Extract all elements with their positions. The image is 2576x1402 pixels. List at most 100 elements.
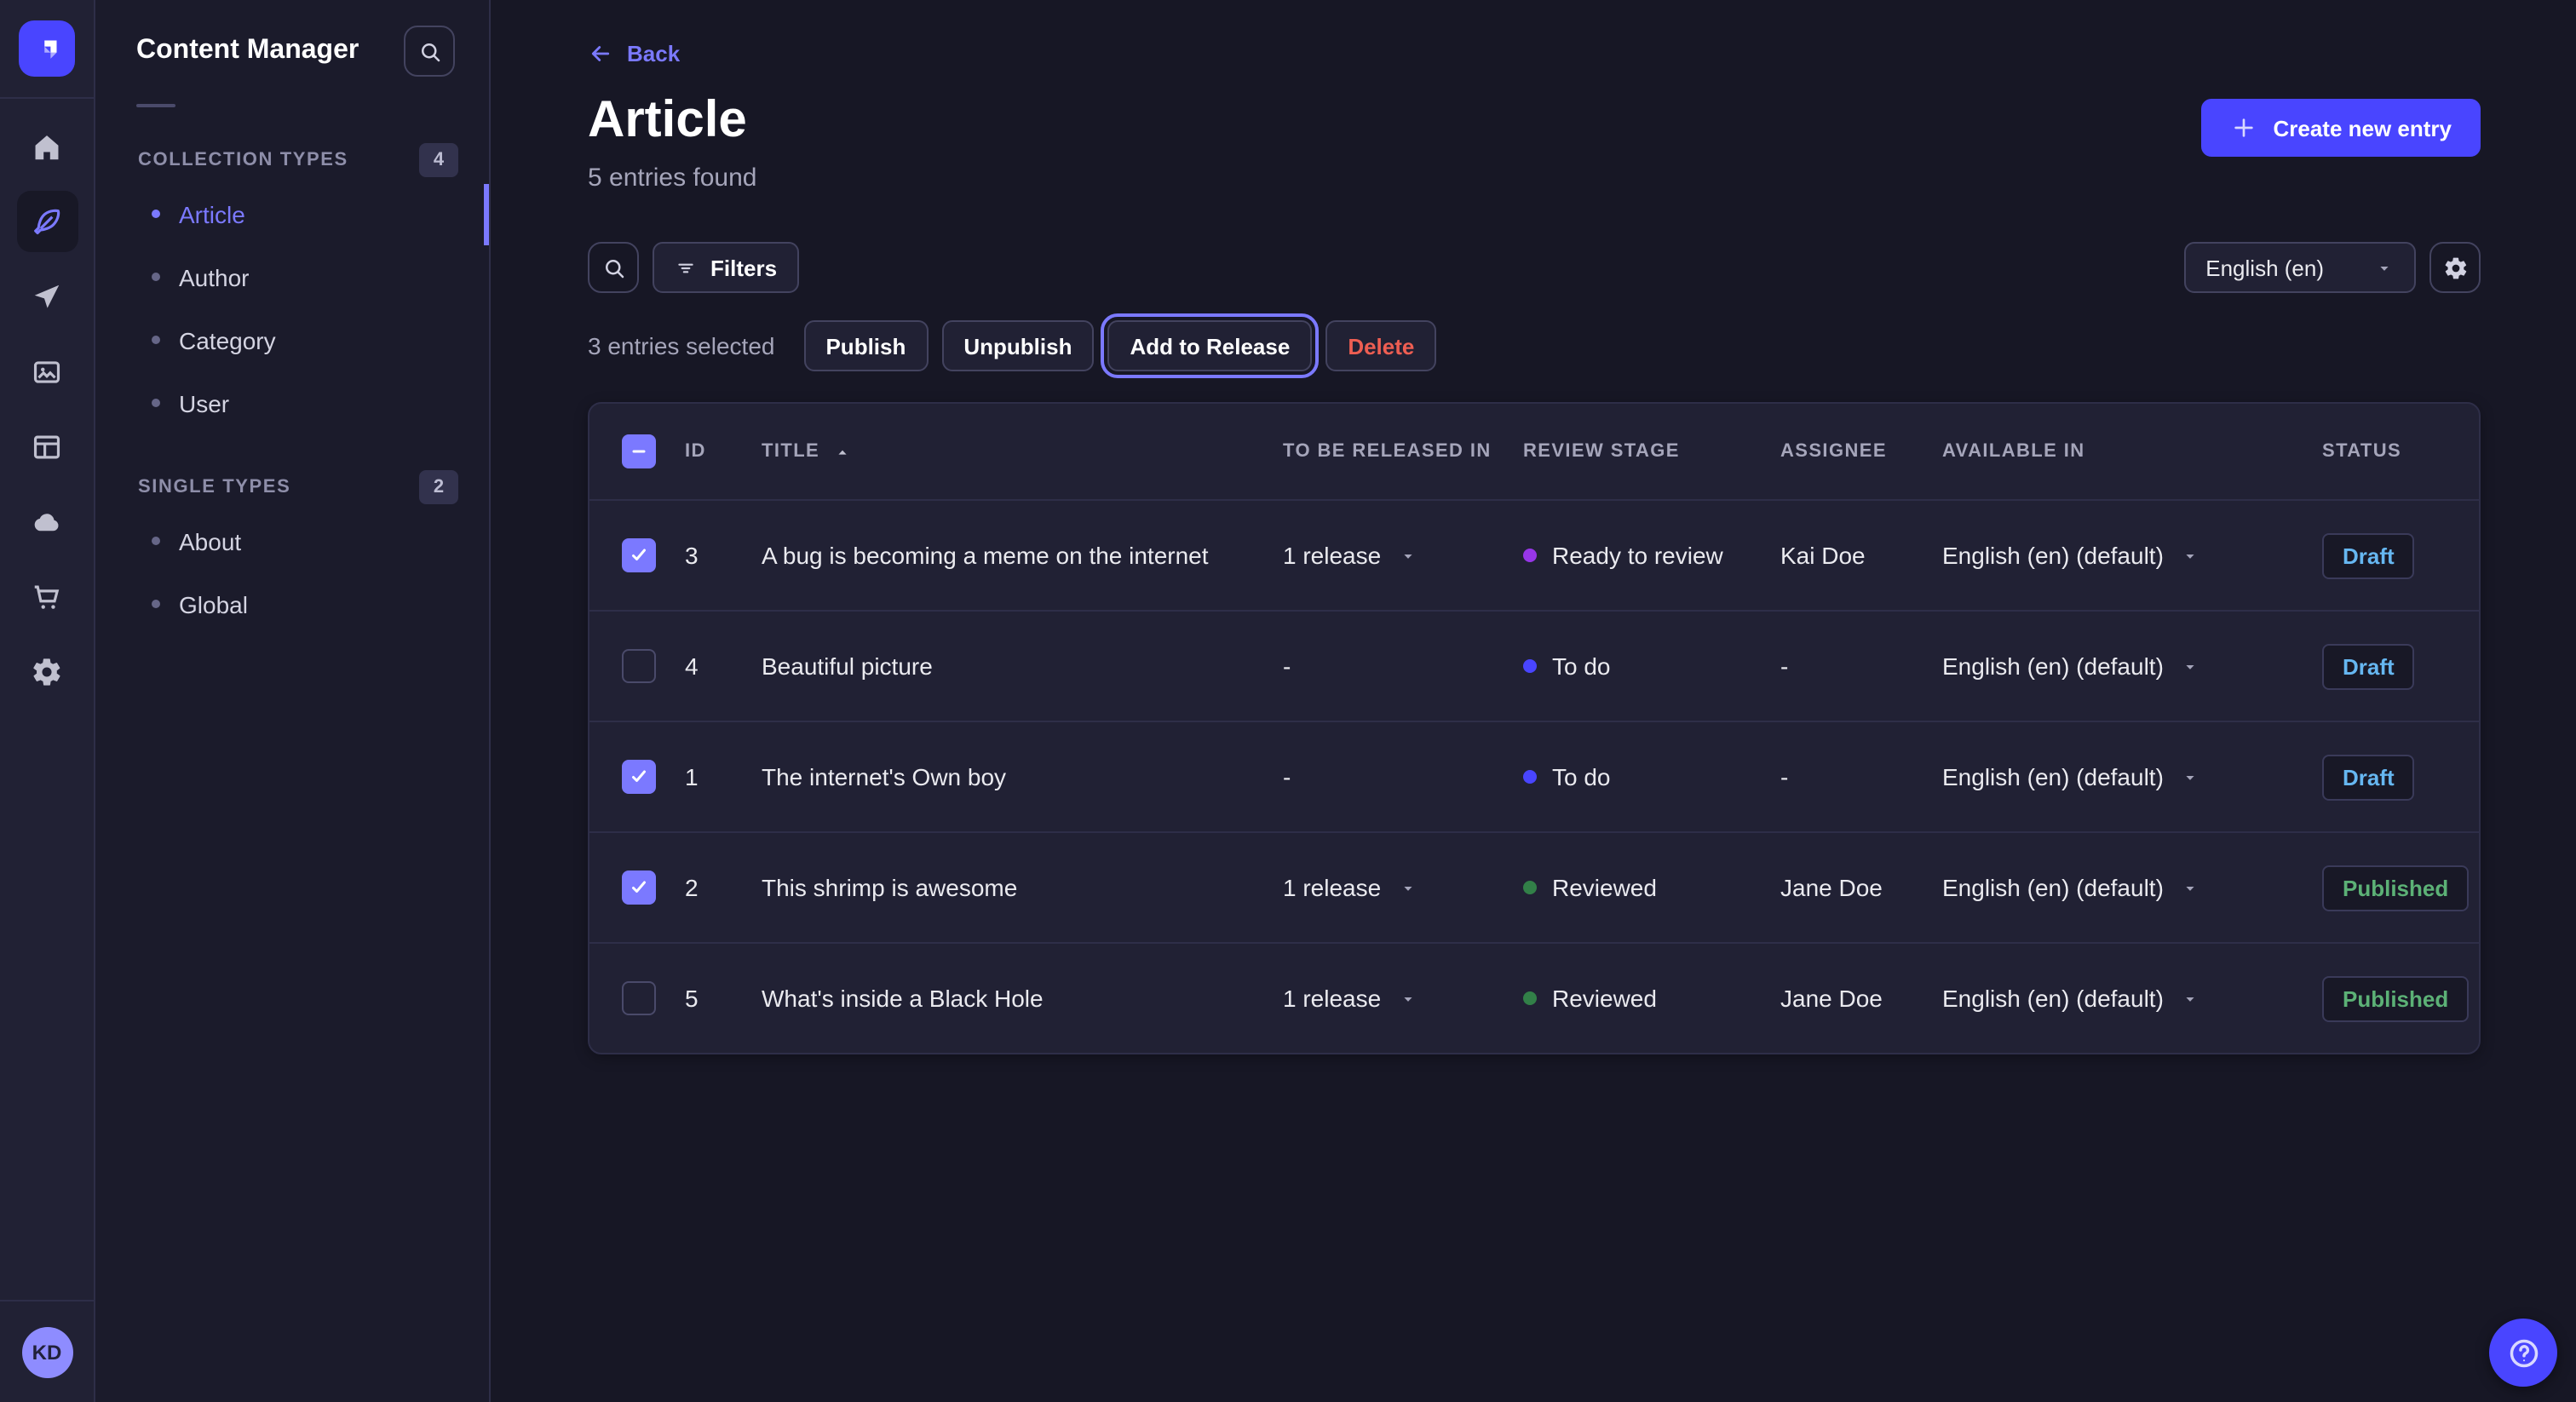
bullet-icon xyxy=(152,399,160,407)
status-badge: Published xyxy=(2322,975,2469,1021)
review-stage: To do xyxy=(1523,763,1780,790)
row-assignee: - xyxy=(1780,763,1942,790)
main-nav-rail: KD xyxy=(0,0,95,1402)
nav-home-button[interactable] xyxy=(16,116,78,177)
strapi-admin-app: KD Content Manager COLLECTION TYPES4Arti… xyxy=(0,0,2576,1402)
status-badge: Draft xyxy=(2322,532,2415,578)
caret-down-icon xyxy=(2181,989,2199,1008)
create-new-entry-button[interactable]: Create new entry xyxy=(2201,99,2481,157)
subnav-search-button[interactable] xyxy=(404,26,455,77)
locale-select[interactable]: English (en) xyxy=(2183,242,2416,293)
review-stage: Reviewed xyxy=(1523,874,1780,901)
strapi-logo[interactable] xyxy=(19,20,75,77)
row-id: 5 xyxy=(685,985,762,1012)
review-stage: Reviewed xyxy=(1523,985,1780,1012)
row-checkbox[interactable] xyxy=(622,981,656,1015)
row-checkbox[interactable] xyxy=(622,871,656,905)
back-link[interactable]: Back xyxy=(588,41,680,66)
column-header-label: TO BE RELEASED IN xyxy=(1283,441,1492,462)
layout-icon xyxy=(31,430,63,463)
nav-marketplace-button[interactable] xyxy=(16,566,78,627)
status-badge: Draft xyxy=(2322,754,2415,800)
locale-dropdown[interactable]: English (en) (default) xyxy=(1942,985,2322,1012)
gear-icon xyxy=(31,655,63,687)
status-cell: Draft xyxy=(2322,643,2479,689)
column-header-title[interactable]: TITLE xyxy=(762,441,1283,462)
table-row[interactable]: 1The internet's Own boy-To do-English (e… xyxy=(589,721,2479,831)
help-button[interactable] xyxy=(2489,1319,2557,1387)
column-header-assignee[interactable]: ASSIGNEE xyxy=(1780,441,1942,462)
row-title: What's inside a Black Hole xyxy=(762,985,1283,1012)
subnav-header: Content Manager xyxy=(95,0,489,77)
filters-button[interactable]: Filters xyxy=(653,242,799,293)
column-header-label: ASSIGNEE xyxy=(1780,441,1887,462)
release-dropdown[interactable]: 1 release xyxy=(1283,985,1523,1012)
row-title: A bug is becoming a meme on the internet xyxy=(762,542,1283,569)
locale-dropdown[interactable]: English (en) (default) xyxy=(1942,652,2322,680)
sidebar-item-global[interactable]: Global xyxy=(95,572,489,635)
avatar[interactable]: KD xyxy=(21,1327,72,1378)
nav-releases-button[interactable] xyxy=(16,266,78,327)
section-items: Article Author CategoryUser xyxy=(95,182,489,434)
nav-deploy-button[interactable] xyxy=(16,491,78,552)
table-row[interactable]: 2This shrimp is awesome1 releaseReviewed… xyxy=(589,831,2479,942)
row-id: 4 xyxy=(685,652,762,680)
locale-dropdown[interactable]: English (en) (default) xyxy=(1942,542,2322,569)
column-header-review-stage[interactable]: REVIEW STAGE xyxy=(1523,441,1780,462)
list-search-button[interactable] xyxy=(588,242,639,293)
view-settings-button[interactable] xyxy=(2429,242,2481,293)
column-header-to-be-released-in[interactable]: TO BE RELEASED IN xyxy=(1283,441,1523,462)
column-header-id[interactable]: ID xyxy=(685,441,762,462)
nav-content-manager-button[interactable] xyxy=(16,191,78,252)
sidebar-item-author[interactable]: Author xyxy=(95,245,489,308)
caret-down-icon xyxy=(2181,546,2199,565)
row-checkbox[interactable] xyxy=(622,538,656,572)
column-header-available-in[interactable]: AVAILABLE IN xyxy=(1942,441,2322,462)
bullet-icon xyxy=(152,210,160,218)
table-row[interactable]: 3A bug is becoming a meme on the interne… xyxy=(589,499,2479,610)
release-dropdown[interactable]: 1 release xyxy=(1283,874,1523,901)
row-assignee: Kai Doe xyxy=(1780,542,1942,569)
nav-settings-button[interactable] xyxy=(16,641,78,702)
bullet-icon xyxy=(152,273,160,281)
row-title: The internet's Own boy xyxy=(762,763,1283,790)
table-row[interactable]: 5What's inside a Black Hole1 release Revi… xyxy=(589,942,2479,1053)
paper-plane-icon xyxy=(31,280,63,313)
select-all-checkbox[interactable] xyxy=(622,434,656,468)
release-value: - xyxy=(1283,763,1291,790)
sort-ascending-icon xyxy=(833,442,852,461)
status-badge: Draft xyxy=(2322,643,2415,689)
column-header-status[interactable]: STATUS xyxy=(2322,441,2479,462)
locale-dropdown[interactable]: English (en) (default) xyxy=(1942,763,2322,790)
table-row[interactable]: 4Beautiful picture-To do-English (en) (d… xyxy=(589,610,2479,721)
release-value: 1 release xyxy=(1283,985,1381,1012)
nav-media-library-button[interactable] xyxy=(16,341,78,402)
caret-down-icon xyxy=(2375,258,2394,277)
sidebar-item-article[interactable]: Article xyxy=(95,182,489,245)
nav-content-type-builder-button[interactable] xyxy=(16,416,78,477)
row-assignee: - xyxy=(1780,652,1942,680)
sidebar-item-user[interactable]: User xyxy=(95,371,489,434)
subnav-title: Content Manager xyxy=(136,36,359,66)
sidebar-item-about[interactable]: About xyxy=(95,509,489,572)
subnav-sections: COLLECTION TYPES4ArticleAuthorCategoryUs… xyxy=(95,143,489,635)
plus-icon xyxy=(2230,114,2257,141)
locale-value: English (en) (default) xyxy=(1942,985,2164,1012)
delete-button[interactable]: Delete xyxy=(1325,320,1436,371)
locale-dropdown[interactable]: English (en) (default) xyxy=(1942,874,2322,901)
unpublish-button[interactable]: Unpublish xyxy=(941,320,1094,371)
sidebar-item-category[interactable]: Category xyxy=(95,308,489,371)
row-checkbox[interactable] xyxy=(622,649,656,683)
row-checkbox[interactable] xyxy=(622,760,656,794)
column-header-label: ID xyxy=(685,441,706,462)
stage-label: To do xyxy=(1552,652,1611,680)
caret-down-icon xyxy=(2181,657,2199,675)
column-header-label: REVIEW STAGE xyxy=(1523,441,1680,462)
release-dropdown[interactable]: 1 release xyxy=(1283,542,1523,569)
sidebar-item-label: Author xyxy=(179,263,250,290)
app-scale-wrapper: KD Content Manager COLLECTION TYPES4Arti… xyxy=(0,0,2576,1402)
publish-button[interactable]: Publish xyxy=(803,320,928,371)
release-dropdown: - xyxy=(1283,763,1523,790)
add-to-release-button[interactable]: Add to Release xyxy=(1107,320,1312,371)
status-cell: Published xyxy=(2322,865,2479,911)
